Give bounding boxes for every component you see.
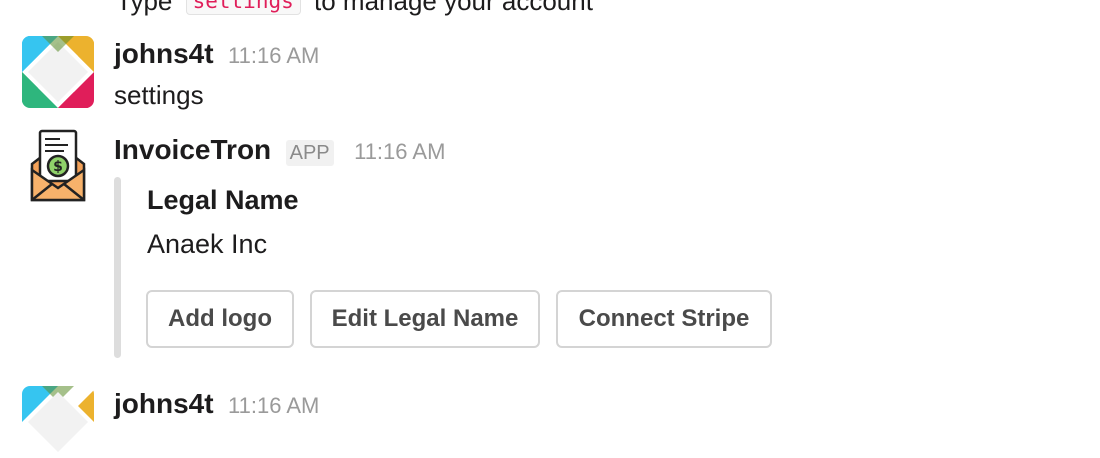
author-name[interactable]: johns4t: [114, 38, 214, 69]
previous-message-text: Type settings to manage your account: [116, 0, 593, 17]
user-avatar[interactable]: [22, 36, 94, 108]
slack-logo-avatar-icon: [22, 386, 94, 452]
edit-legal-name-button[interactable]: Edit Legal Name: [310, 290, 540, 348]
message-timestamp[interactable]: 11:16 AM: [228, 43, 319, 68]
author-name[interactable]: johns4t: [114, 388, 214, 419]
app-avatar[interactable]: $: [26, 128, 90, 204]
user-avatar[interactable]: [22, 386, 94, 458]
message-timestamp[interactable]: 11:16 AM: [354, 139, 445, 164]
app-badge: APP: [285, 140, 334, 166]
inline-code: settings: [185, 0, 301, 15]
slack-logo-avatar-icon: [22, 36, 94, 108]
invoice-envelope-icon: $: [30, 129, 86, 202]
message-timestamp[interactable]: 11:16 AM: [228, 393, 319, 418]
message-header: johns4t 11:16 AM: [114, 38, 319, 70]
field-title: Legal Name: [147, 185, 299, 215]
svg-text:$: $: [53, 159, 63, 175]
message-text: settings: [114, 80, 204, 110]
add-logo-button[interactable]: Add logo: [146, 290, 294, 348]
message-suffix: to manage your account: [314, 0, 593, 16]
attachment-border: [114, 177, 121, 358]
author-name[interactable]: InvoiceTron: [114, 134, 271, 165]
message-header: InvoiceTron APP 11:16 AM: [114, 134, 445, 166]
message-header: johns4t 11:16 AM: [114, 388, 319, 420]
connect-stripe-button[interactable]: Connect Stripe: [556, 290, 772, 348]
field-value: Anaek Inc: [147, 229, 268, 259]
message-prefix: Type: [116, 0, 173, 16]
